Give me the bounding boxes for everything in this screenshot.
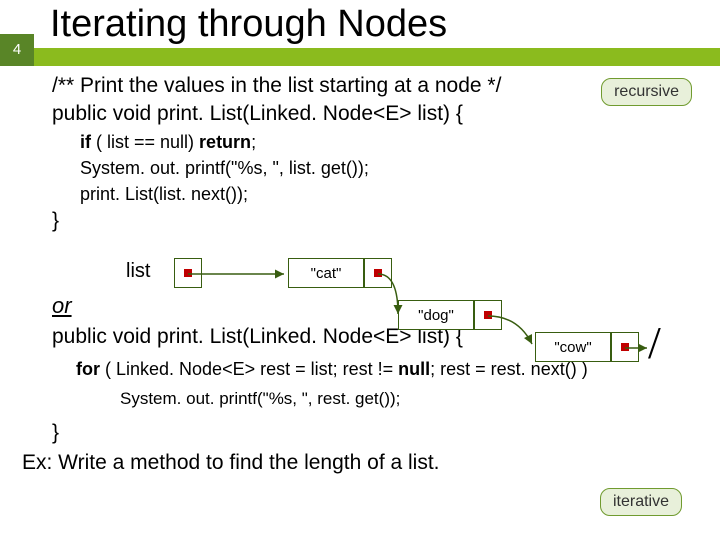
if-line: if ( list == null) return; <box>80 129 684 155</box>
node-cat: "cat" <box>288 258 364 288</box>
kw-return: return <box>199 132 251 152</box>
arrow-dog-to-cow <box>488 314 548 354</box>
linked-list-diagram: list "cat" "dog" "cow" / <box>0 252 720 382</box>
printf-line: System. out. printf("%s, ", list. get())… <box>80 155 684 181</box>
accent-bar: 4 <box>0 48 720 66</box>
iterative-callout: iterative <box>600 488 682 516</box>
page-number: 4 <box>0 34 34 66</box>
method1-body: if ( list == null) return; System. out. … <box>52 129 684 207</box>
exercise-line: Ex: Write a method to find the length of… <box>22 449 684 477</box>
list-var-label: list <box>126 260 150 283</box>
doc-comment: /** Print the values in the list startin… <box>52 72 684 100</box>
slide-title: Iterating through Nodes <box>0 0 720 48</box>
null-slash: / <box>648 316 661 369</box>
method1-close: } <box>52 207 684 235</box>
method2-close: } <box>52 419 684 447</box>
arrow-cat-to-dog <box>378 272 418 322</box>
print2-line: System. out. printf("%s, ", rest. get())… <box>52 388 684 411</box>
title-bar: Iterating through Nodes 4 <box>0 0 720 62</box>
arrow-cow-to-null <box>625 346 655 354</box>
recursive-callout: recursive <box>601 78 692 106</box>
method1-signature: public void print. List(Linked. Node<E> … <box>52 100 684 128</box>
recurse-line: print. List(list. next()); <box>80 181 684 207</box>
kw-if: if <box>80 132 91 152</box>
arrow-list-to-cat <box>188 272 298 282</box>
